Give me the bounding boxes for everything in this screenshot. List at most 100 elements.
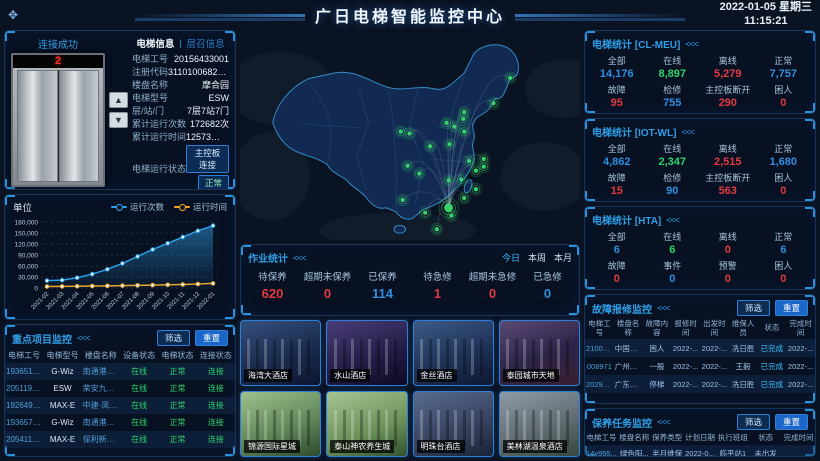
table-cell: 正常 bbox=[158, 414, 196, 431]
legend-dot bbox=[179, 204, 186, 211]
table-row[interactable]: 20295...广东省...停梯2022-...2022-...冼日胜已完成20… bbox=[585, 375, 815, 393]
job-stat-value: 1 bbox=[410, 286, 465, 301]
map-marker[interactable] bbox=[444, 121, 448, 125]
table-row[interactable]: 21000...中国人...困人2022-...2022-...冼日胜已完成20… bbox=[585, 339, 815, 357]
collapse-arrows[interactable]: <<< bbox=[666, 215, 679, 225]
title-decor-right bbox=[515, 14, 685, 17]
stat-value: 0 bbox=[700, 273, 756, 285]
filter-button[interactable]: 筛选 bbox=[157, 330, 190, 346]
map-marker[interactable] bbox=[459, 177, 463, 181]
table-row[interactable]: 19264933...MAX-E中建·凤凰台在线正常连接 bbox=[5, 397, 235, 414]
map-marker[interactable] bbox=[508, 76, 512, 80]
job-stat-label: 超期未保养 bbox=[300, 269, 355, 283]
map-marker[interactable] bbox=[462, 196, 466, 200]
project-photo-card[interactable]: 水山酒店 bbox=[326, 320, 407, 386]
map-marker[interactable] bbox=[428, 144, 432, 148]
collapse-arrows[interactable]: <<< bbox=[77, 333, 90, 343]
project-photo-card[interactable]: 明珠台酒店 bbox=[413, 391, 494, 457]
map-marker[interactable] bbox=[462, 129, 466, 133]
map-marker[interactable] bbox=[407, 131, 411, 135]
collapse-arrows[interactable]: <<< bbox=[293, 253, 306, 263]
map-marker[interactable] bbox=[423, 211, 427, 215]
panel-title: 故障报修监控 bbox=[592, 301, 652, 316]
stat-item: 故障95 bbox=[589, 83, 645, 109]
connection-status: 连接成功 bbox=[11, 36, 105, 51]
legend-item[interactable]: 运行次数 bbox=[111, 201, 164, 213]
move-icon[interactable]: ✥ bbox=[8, 8, 28, 22]
map-marker[interactable] bbox=[446, 178, 450, 182]
map-marker[interactable] bbox=[417, 171, 421, 175]
tab-elevator-info[interactable]: 电梯信息 bbox=[136, 36, 174, 50]
map-marker[interactable] bbox=[405, 164, 409, 168]
map-marker[interactable] bbox=[491, 101, 495, 105]
filter-button[interactable]: 筛选 bbox=[737, 414, 770, 430]
map-marker[interactable] bbox=[467, 159, 471, 163]
collapse-arrows[interactable]: <<< bbox=[681, 127, 694, 137]
middle-column: 作业统计 <<< 今日本周本月 待保养620超期未保养0已保养114待急修1超期… bbox=[240, 30, 580, 457]
table-cell: 冼日胜 bbox=[729, 375, 758, 393]
table-cell: 已完成 bbox=[758, 357, 787, 375]
tab-floor-call[interactable]: 层召信息 bbox=[187, 36, 225, 50]
table-cell: 2022-... bbox=[671, 375, 700, 393]
project-photo-card[interactable]: 泰园城市天地 bbox=[499, 320, 580, 386]
mainboard-connect-button[interactable]: 主控板连接 bbox=[186, 145, 229, 173]
map-marker[interactable] bbox=[435, 227, 439, 231]
date-label: 2022-01-05 星期三 bbox=[720, 1, 812, 15]
column-header: 连接状态 bbox=[197, 348, 235, 363]
stat-label: 全部 bbox=[589, 54, 645, 67]
reset-button[interactable]: 重置 bbox=[195, 330, 228, 346]
table-cell: 20511933... bbox=[5, 380, 43, 397]
map-marker[interactable] bbox=[474, 187, 478, 191]
collapse-arrows[interactable]: <<< bbox=[657, 303, 670, 313]
collapse-arrows[interactable]: <<< bbox=[657, 417, 670, 427]
table-row[interactable]: 19365733...G-Wiz南通港闸...在线正常连接 bbox=[5, 414, 235, 431]
table-row[interactable]: 14v955...绿色阳...半月维保2022-0...临平站1未出发 bbox=[585, 445, 815, 457]
stat-label: 全部 bbox=[589, 230, 645, 243]
map-hub-marker[interactable] bbox=[444, 203, 453, 212]
project-photo-card[interactable]: 金丝酒店 bbox=[413, 320, 494, 386]
project-photo-card[interactable]: 锦源国际星城 bbox=[240, 391, 321, 457]
legend-item[interactable]: 运行时间 bbox=[174, 201, 227, 213]
table-row[interactable]: 20511933...ESW荣安九龙...在线正常连接 bbox=[5, 380, 235, 397]
reset-button[interactable]: 重置 bbox=[775, 300, 808, 316]
table-row[interactable]: 19365133...G-Wiz南通港闸...在线正常连接 bbox=[5, 363, 235, 380]
table-cell: MAX-E bbox=[43, 431, 81, 448]
stat-label: 离线 bbox=[700, 230, 756, 243]
svg-text:90,000: 90,000 bbox=[18, 253, 38, 260]
filter-button[interactable]: 筛选 bbox=[737, 300, 770, 316]
collapse-arrows[interactable]: <<< bbox=[685, 39, 698, 49]
stat-value: 2,347 bbox=[645, 156, 701, 168]
reset-button[interactable]: 重置 bbox=[775, 414, 808, 430]
job-tab-今日[interactable]: 今日 bbox=[502, 251, 520, 264]
run-statistics-chart-panel: 单位 运行次数运行时间 030,00060,00090,000120,00015… bbox=[4, 194, 236, 320]
map-marker[interactable] bbox=[401, 198, 405, 202]
job-tab-本月[interactable]: 本月 bbox=[554, 251, 572, 264]
project-photo-card[interactable]: 泰山神农养生城 bbox=[326, 391, 407, 457]
table-cell: 在线 bbox=[120, 431, 158, 448]
datetime: 2022-01-05 星期三 11:15:21 bbox=[720, 1, 812, 29]
floor-up-button[interactable]: ▲ bbox=[109, 92, 128, 108]
map-marker[interactable] bbox=[482, 165, 486, 169]
stat-value: 563 bbox=[700, 185, 756, 197]
stat-label: 主控板断开 bbox=[700, 171, 756, 184]
table-cell: G-Wiz bbox=[43, 363, 81, 380]
svg-text:60,000: 60,000 bbox=[18, 264, 38, 271]
map-marker[interactable] bbox=[461, 117, 465, 121]
floor-down-button[interactable]: ▼ bbox=[109, 112, 128, 128]
project-photo-grid: 海湾大酒店水山酒店金丝酒店泰园城市天地锦源国际星城泰山神农养生城明珠台酒店美林湖… bbox=[240, 320, 580, 457]
map-marker[interactable] bbox=[447, 142, 451, 146]
job-tab-本周[interactable]: 本周 bbox=[528, 251, 546, 264]
table-row[interactable]: 008971广州美...一般2022-...2022-...王毅已完成2022-… bbox=[585, 357, 815, 375]
project-photo-card[interactable]: 美林湖温泉酒店 bbox=[499, 391, 580, 457]
map-marker[interactable] bbox=[399, 129, 403, 133]
stat-label: 在线 bbox=[645, 54, 701, 67]
job-stat-item: 待急修 1 bbox=[410, 269, 465, 301]
status-normal-button[interactable]: 正常 bbox=[198, 175, 229, 190]
table-row[interactable]: 20541133...MAX-E保利新时...在线正常连接 bbox=[5, 431, 235, 448]
job-stat-label: 待急修 bbox=[410, 269, 465, 283]
project-photo-card[interactable]: 海湾大酒店 bbox=[240, 320, 321, 386]
map-marker[interactable] bbox=[452, 125, 456, 129]
map-marker[interactable] bbox=[474, 169, 478, 173]
elevator-fields: 电梯工号20156433001注册代码31101006820200076223楼… bbox=[132, 53, 229, 144]
field-label: 注册代码 bbox=[132, 66, 168, 79]
